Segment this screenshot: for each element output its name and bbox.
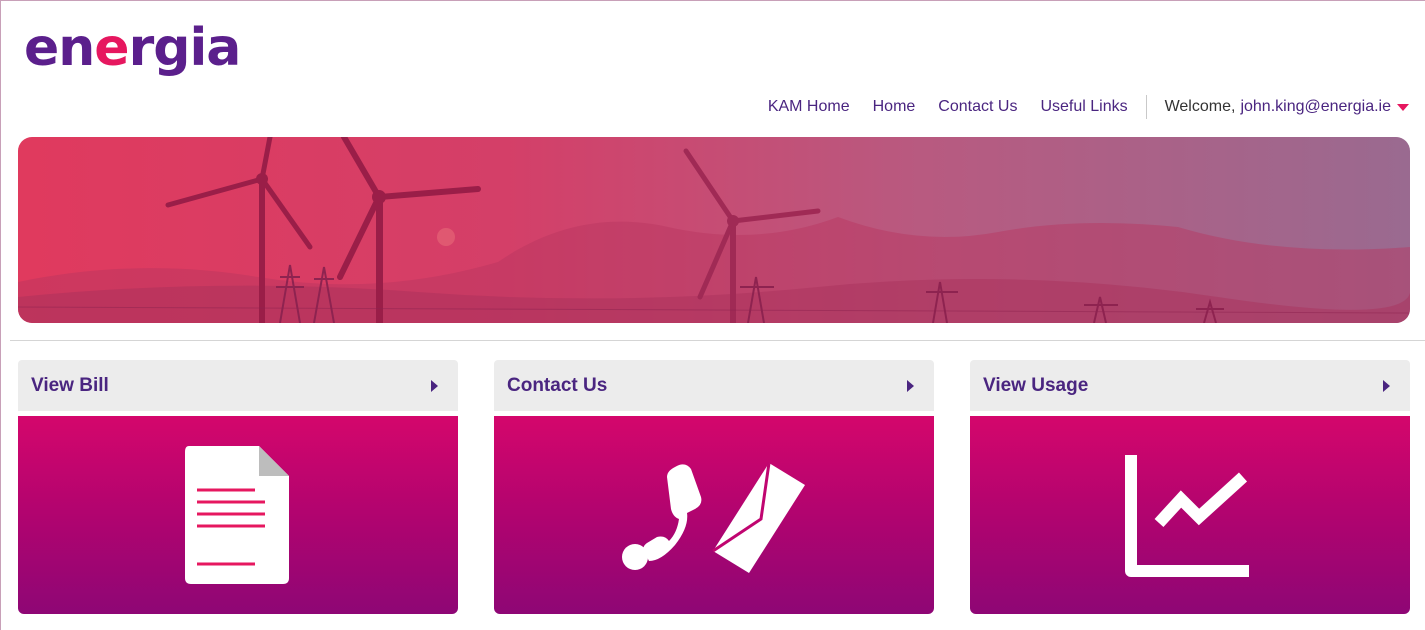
user-email-link[interactable]: john.king@energia.ie — [1240, 98, 1391, 116]
phone-envelope-icon — [622, 462, 805, 573]
nav-separator — [1145, 95, 1147, 119]
view-usage-tile[interactable] — [970, 416, 1410, 614]
chevron-right-icon — [431, 379, 438, 392]
logo-text-end: rgia — [128, 18, 242, 78]
energia-logo[interactable]: energia — [24, 22, 241, 74]
wind-turbine-landscape-illustration — [18, 137, 1410, 323]
nav-link-contact-us[interactable]: Contact Us — [938, 98, 1017, 116]
user-menu-caret-icon[interactable] — [1397, 103, 1409, 111]
nav-link-home[interactable]: Home — [873, 98, 916, 116]
document-icon — [185, 446, 289, 584]
contact-us-card: Contact Us — [494, 360, 934, 614]
contact-us-tile[interactable] — [494, 416, 934, 614]
chevron-right-icon — [1383, 379, 1390, 392]
contact-us-title: Contact Us — [507, 374, 608, 396]
logo-text-accent: e — [94, 18, 129, 78]
view-usage-card: View Usage — [970, 360, 1410, 614]
view-bill-tile[interactable] — [18, 416, 458, 614]
welcome-label: Welcome, — [1164, 98, 1236, 115]
chevron-right-icon — [907, 379, 914, 392]
nav-link-useful-links[interactable]: Useful Links — [1040, 98, 1127, 116]
view-usage-card-header[interactable]: View Usage — [970, 360, 1410, 411]
view-bill-card-header[interactable]: View Bill — [18, 360, 458, 411]
top-navigation: KAM Home Home Contact Us Useful Links We… — [745, 95, 1409, 119]
hero-banner — [18, 137, 1410, 323]
view-usage-title: View Usage — [983, 374, 1089, 396]
contact-us-card-header[interactable]: Contact Us — [494, 360, 934, 411]
view-bill-title: View Bill — [31, 374, 109, 396]
nav-link-kam-home[interactable]: KAM Home — [768, 98, 850, 116]
section-divider — [10, 340, 1425, 341]
view-bill-card: View Bill — [18, 360, 458, 614]
line-chart-icon — [1125, 455, 1249, 577]
logo-text-start: en — [24, 18, 95, 78]
